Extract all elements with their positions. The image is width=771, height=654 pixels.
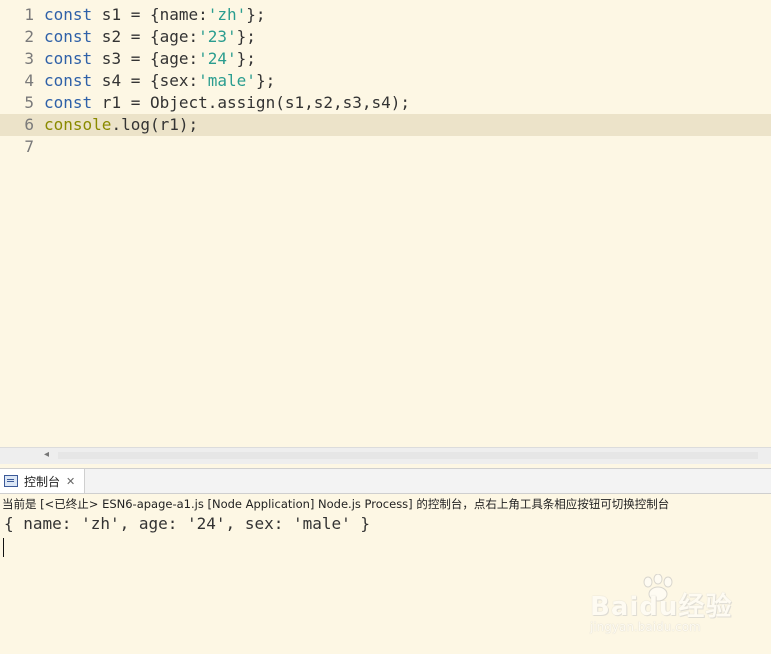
code-editor[interactable]: 1 const s1 = {name:'zh'}; 2 const s2 = {age… xyxy=(0,0,771,448)
code-token: }; xyxy=(255,71,276,90)
code-line[interactable]: 4 const s4 = {sex:'male'}; xyxy=(0,70,771,92)
code-line[interactable]: 7 xyxy=(0,136,771,158)
code-line[interactable]: 5 const r1 = Object.assign(s1,s2,s3,s4); xyxy=(0,92,771,114)
code-token: const xyxy=(44,71,93,90)
line-code: const s2 = {age:'23'}; xyxy=(44,26,256,48)
console-description: 当前是 [<已终止> ESN6-apage-a1.js [Node Applic… xyxy=(2,497,670,511)
code-token: }; xyxy=(236,49,256,68)
line-number: 5 xyxy=(24,93,34,112)
code-token: }; xyxy=(236,27,256,46)
code-token: const xyxy=(44,93,93,112)
code-token: s2 = {age: xyxy=(92,27,199,46)
baidu-watermark: Baidu经验 jingyan.baidu.com xyxy=(590,574,760,636)
close-icon[interactable]: ✕ xyxy=(66,475,75,488)
watermark-url: jingyan.baidu.com xyxy=(590,620,701,634)
line-number: 7 xyxy=(24,137,34,156)
code-token: const xyxy=(44,27,93,46)
code-token: '24' xyxy=(198,49,237,68)
line-code: const s1 = {name:'zh'}; xyxy=(44,4,266,26)
code-token: const xyxy=(44,5,93,24)
line-code: const r1 = Object.assign(s1,s2,s3,s4); xyxy=(44,92,410,114)
line-code: const s3 = {age:'24'}; xyxy=(44,48,256,70)
line-number: 1 xyxy=(24,5,34,24)
code-token: '23' xyxy=(198,27,237,46)
tab-console[interactable]: 控制台 ✕ xyxy=(0,469,85,493)
line-code: const s4 = {sex:'male'}; xyxy=(44,70,275,92)
code-token: s3 = {age: xyxy=(92,49,199,68)
code-token: 'male' xyxy=(198,71,256,90)
scroll-left-arrow-icon[interactable]: ◂ xyxy=(44,449,49,460)
code-line[interactable]: 6 console.log(r1); xyxy=(0,114,771,136)
code-token: s1 = {name: xyxy=(92,5,208,24)
horizontal-scrollbar[interactable]: ◂ xyxy=(0,447,771,464)
code-token: r1 = Object.assign(s1,s2,s3,s4); xyxy=(92,93,411,112)
code-token: console xyxy=(44,115,112,134)
code-token: }; xyxy=(246,5,266,24)
line-number: 6 xyxy=(24,115,34,134)
code-token: const xyxy=(44,49,93,68)
line-code: console.log(r1); xyxy=(44,114,198,136)
code-line[interactable]: 3 const s3 = {age:'24'}; xyxy=(0,48,771,70)
console-tab-bar: 控制台 ✕ xyxy=(0,468,771,494)
code-line[interactable]: 1 const s1 = {name:'zh'}; xyxy=(0,4,771,26)
watermark-brand: Baidu经验 xyxy=(590,592,733,622)
line-number: 3 xyxy=(24,49,34,68)
code-line[interactable]: 2 const s2 = {age:'23'}; xyxy=(0,26,771,48)
console-output: { name: 'zh', age: '24', sex: 'male' } xyxy=(4,514,371,533)
tab-console-label: 控制台 xyxy=(24,474,61,489)
line-number: 2 xyxy=(24,27,34,46)
text-caret xyxy=(3,538,4,557)
code-token: s4 = {sex: xyxy=(92,71,199,90)
scrollbar-thumb[interactable] xyxy=(58,452,758,459)
console-icon xyxy=(4,475,18,487)
line-number: 4 xyxy=(24,71,34,90)
code-token: 'zh' xyxy=(207,5,247,24)
code-token: .log(r1); xyxy=(111,115,199,134)
